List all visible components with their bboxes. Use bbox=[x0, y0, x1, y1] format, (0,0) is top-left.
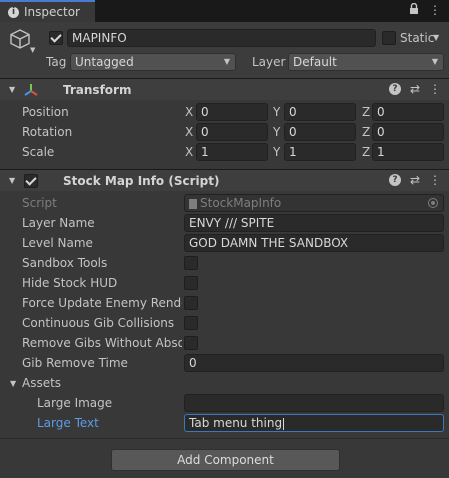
kebab-menu-icon[interactable]: ⋮ bbox=[429, 82, 441, 96]
divider bbox=[0, 438, 449, 439]
add-component-button[interactable]: Add Component bbox=[111, 449, 340, 471]
info-icon: i bbox=[8, 6, 19, 18]
lock-icon[interactable] bbox=[409, 2, 419, 18]
assets-foldout-label[interactable]: Assets bbox=[22, 376, 61, 390]
level-name-input[interactable]: GOD DAMN THE SANDBOX bbox=[184, 234, 444, 252]
kebab-menu-icon[interactable]: ⋮ bbox=[429, 173, 441, 187]
active-checkbox[interactable] bbox=[49, 31, 63, 45]
remove-gibs-without-absorb-checkbox[interactable] bbox=[184, 336, 198, 350]
rotation-z-field[interactable]: 0 bbox=[372, 123, 444, 141]
presets-icon[interactable]: ⇄ bbox=[410, 173, 420, 187]
static-checkbox[interactable] bbox=[382, 31, 396, 45]
sandbox-tools-checkbox[interactable] bbox=[184, 256, 198, 270]
rotation-y-field[interactable]: 0 bbox=[284, 123, 356, 141]
position-z-field[interactable]: 0 bbox=[372, 103, 444, 121]
layer-name-input[interactable]: ENVY /// SPITE bbox=[184, 214, 444, 232]
scale-x-field[interactable]: 1 bbox=[196, 143, 268, 161]
rotation-label: Rotation bbox=[22, 125, 73, 139]
sandbox-tools-label: Sandbox Tools bbox=[22, 256, 108, 270]
foldout-arrow-icon[interactable]: ▼ bbox=[9, 85, 15, 94]
tab-title: Inspector bbox=[24, 5, 80, 19]
continuous-gib-collisions-checkbox[interactable] bbox=[184, 316, 198, 330]
axis-y-label: Y bbox=[273, 105, 281, 119]
icon-dropdown-arrow-icon[interactable]: ▼ bbox=[30, 46, 35, 54]
script-component-header[interactable]: ▼ Stock Map Info (Script) ? ⇄ ⋮ bbox=[0, 169, 449, 191]
transform-header[interactable]: ▼ Transform ? ⇄ ⋮ bbox=[0, 78, 449, 100]
layer-label: Layer bbox=[252, 55, 286, 69]
tag-label: Tag bbox=[46, 55, 67, 69]
script-reference-field: StockMapInfo bbox=[184, 194, 444, 212]
layer-name-label: Layer Name bbox=[22, 216, 95, 230]
large-text-label: Large Text bbox=[37, 416, 99, 430]
axis-y-label: Y bbox=[273, 125, 281, 139]
scale-label: Scale bbox=[22, 145, 55, 159]
position-x-field[interactable]: 0 bbox=[196, 103, 268, 121]
layer-value: Default bbox=[293, 55, 337, 69]
large-text-value: Tab menu thing bbox=[189, 416, 283, 430]
continuous-gib-collisions-label: Continuous Gib Collisions bbox=[22, 316, 175, 330]
gameobject-header: ▼ MAPINFO Static ▼ Tag Untagged ▼ Layer … bbox=[0, 22, 449, 80]
axis-z-label: Z bbox=[362, 145, 371, 159]
kebab-menu-icon[interactable]: ⋮ bbox=[429, 3, 441, 18]
axis-x-label: X bbox=[185, 145, 194, 159]
tab-bar: i Inspector ⋮ bbox=[0, 0, 449, 22]
help-icon[interactable]: ? bbox=[388, 174, 401, 186]
gib-remove-time-label: Gib Remove Time bbox=[22, 356, 128, 370]
scale-z-field[interactable]: 1 bbox=[372, 143, 444, 161]
remove-gibs-without-absorb-label: Remove Gibs Without Absorb bbox=[22, 336, 182, 350]
layer-dropdown[interactable]: Default ▼ bbox=[288, 53, 444, 71]
force-update-enemy-render-label: Force Update Enemy Render bbox=[22, 296, 182, 310]
gameobject-cube-icon[interactable] bbox=[9, 28, 31, 53]
large-image-input[interactable] bbox=[184, 394, 444, 412]
component-enabled-checkbox[interactable] bbox=[24, 174, 38, 188]
chevron-down-icon: ▼ bbox=[431, 57, 438, 66]
presets-icon[interactable]: ⇄ bbox=[410, 82, 420, 96]
chevron-down-icon: ▼ bbox=[223, 57, 230, 66]
script-file-icon bbox=[189, 198, 197, 209]
hide-stock-hud-checkbox[interactable] bbox=[184, 276, 198, 290]
force-update-enemy-render-checkbox[interactable] bbox=[184, 296, 198, 310]
tag-dropdown[interactable]: Untagged ▼ bbox=[70, 53, 236, 71]
large-text-input[interactable]: Tab menu thing bbox=[184, 414, 444, 432]
transform-axes-icon bbox=[23, 82, 39, 98]
axis-z-label: Z bbox=[362, 125, 371, 139]
gameobject-name-input[interactable]: MAPINFO bbox=[67, 29, 376, 47]
axis-x-label: X bbox=[185, 105, 194, 119]
axis-z-label: Z bbox=[362, 105, 371, 119]
text-cursor bbox=[283, 417, 285, 430]
component-title: Stock Map Info (Script) bbox=[63, 174, 220, 188]
foldout-arrow-icon[interactable]: ▼ bbox=[9, 176, 15, 185]
level-name-label: Level Name bbox=[22, 236, 93, 250]
large-image-label: Large Image bbox=[37, 396, 113, 410]
script-label: Script bbox=[22, 196, 57, 210]
static-label: Static bbox=[400, 31, 435, 45]
tab-inspector[interactable]: i Inspector bbox=[0, 0, 95, 22]
assets-foldout-arrow-icon[interactable]: ▼ bbox=[10, 379, 16, 388]
hide-stock-hud-label: Hide Stock HUD bbox=[22, 276, 118, 290]
tag-value: Untagged bbox=[75, 55, 134, 69]
component-title: Transform bbox=[63, 83, 132, 97]
help-icon[interactable]: ? bbox=[388, 83, 401, 95]
rotation-x-field[interactable]: 0 bbox=[196, 123, 268, 141]
static-dropdown-arrow-icon[interactable]: ▼ bbox=[433, 33, 439, 42]
position-label: Position bbox=[22, 105, 69, 119]
axis-y-label: Y bbox=[273, 145, 281, 159]
position-y-field[interactable]: 0 bbox=[284, 103, 356, 121]
object-picker-icon bbox=[428, 198, 438, 208]
script-value: StockMapInfo bbox=[200, 196, 282, 210]
scale-y-field[interactable]: 1 bbox=[284, 143, 356, 161]
gib-remove-time-input[interactable]: 0 bbox=[184, 354, 444, 372]
axis-x-label: X bbox=[185, 125, 194, 139]
